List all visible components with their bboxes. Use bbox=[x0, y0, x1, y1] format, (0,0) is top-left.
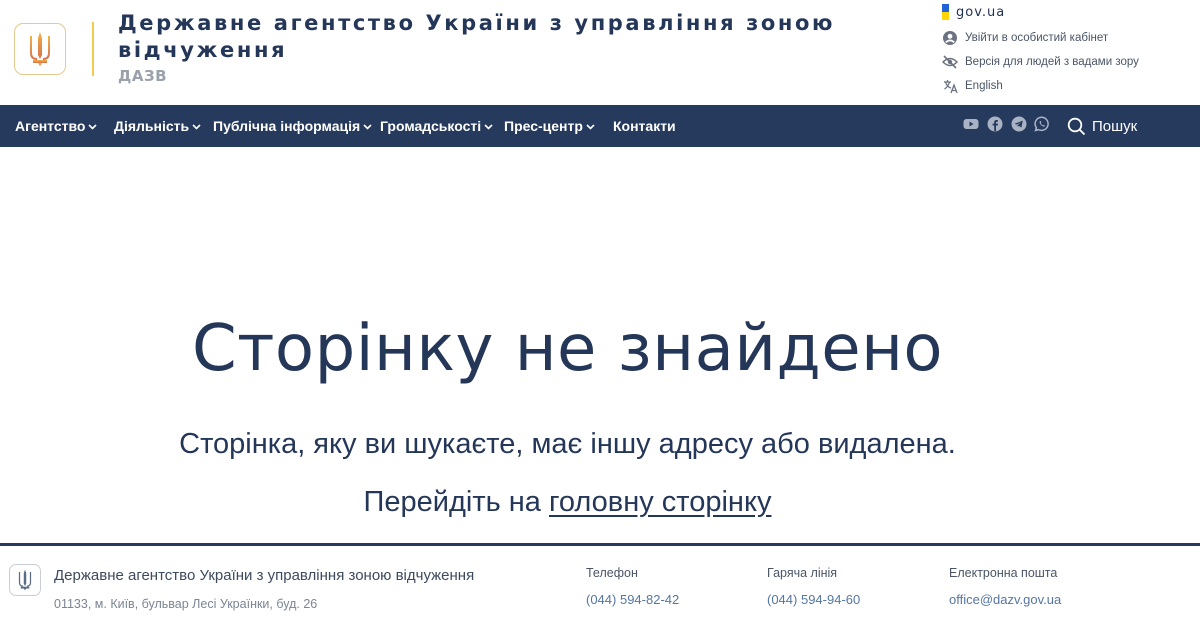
footer-email-block: Електронна пошта office@dazv.gov.ua bbox=[949, 566, 1061, 607]
search-label: Пошук bbox=[1092, 117, 1138, 135]
youtube-icon[interactable] bbox=[963, 116, 979, 132]
home-link-prefix: Перейдіть на bbox=[363, 486, 541, 518]
accessibility-link[interactable]: Версія для людей з вадами зору bbox=[942, 50, 1192, 74]
chevron-down-icon bbox=[586, 122, 595, 131]
nav-item-label: Контакти bbox=[613, 118, 676, 134]
search-button[interactable]: Пошук bbox=[1067, 105, 1137, 147]
footer-logo[interactable] bbox=[9, 564, 41, 596]
chevron-down-icon bbox=[484, 122, 493, 131]
nav-item-public-info[interactable]: Публічна інформація bbox=[213, 105, 372, 147]
cabinet-link-label: Увійти в особистий кабінет bbox=[965, 32, 1109, 44]
nav-item-press-center[interactable]: Прес-центр bbox=[504, 105, 595, 147]
footer-address: 01133, м. Київ, бульвар Лесі Українки, б… bbox=[54, 597, 318, 611]
eye-off-icon bbox=[942, 54, 958, 70]
whatsapp-icon[interactable] bbox=[1034, 116, 1050, 132]
phone-link[interactable]: (044) 594-82-42 bbox=[586, 592, 679, 607]
nav-item-label: Громадськості bbox=[380, 118, 482, 134]
home-page-link[interactable]: головну сторінку bbox=[549, 486, 771, 518]
nav-item-label: Діяльність bbox=[114, 118, 190, 134]
language-link[interactable]: English bbox=[942, 74, 1192, 98]
phone-label: Телефон bbox=[586, 566, 638, 580]
search-icon bbox=[1067, 117, 1086, 136]
nav-item-agency[interactable]: Агентство bbox=[15, 105, 98, 147]
email-label: Електронна пошта bbox=[949, 566, 1058, 580]
coat-of-arms-logo[interactable] bbox=[14, 23, 66, 75]
site-header: Державне агентство України з управління … bbox=[0, 0, 1200, 105]
email-link[interactable]: office@dazv.gov.ua bbox=[949, 592, 1061, 607]
nav-item-activity[interactable]: Діяльність bbox=[114, 105, 201, 147]
accessibility-link-label: Версія для людей з вадами зору bbox=[965, 56, 1139, 68]
footer-hotline-block: Гаряча лінія (044) 594-94-60 bbox=[767, 566, 860, 607]
footer-phone-block: Телефон (044) 594-82-42 bbox=[586, 566, 679, 607]
chevron-down-icon bbox=[363, 122, 372, 131]
agency-title: Державне агентство України з управління … bbox=[118, 11, 836, 62]
footer-org-name: Державне агентство України з управління … bbox=[54, 567, 475, 584]
gov-ua-link[interactable]: gov.ua bbox=[942, 3, 1192, 21]
hotline-label: Гаряча лінія bbox=[767, 566, 838, 580]
page-title: Сторінку не знайдено bbox=[191, 312, 944, 386]
home-link-line: Перейдіть на головну сторінку bbox=[0, 486, 1135, 519]
cabinet-link[interactable]: Увійти в особистий кабінет bbox=[942, 26, 1192, 50]
facebook-icon[interactable] bbox=[987, 116, 1003, 132]
logo-divider bbox=[92, 22, 94, 76]
telegram-icon[interactable] bbox=[1011, 116, 1027, 132]
ukraine-flag-icon bbox=[942, 4, 949, 20]
trident-icon bbox=[30, 32, 50, 66]
nav-item-public[interactable]: Громадськості bbox=[380, 105, 493, 147]
nav-item-contacts[interactable]: Контакти bbox=[613, 105, 676, 147]
chevron-down-icon bbox=[192, 122, 201, 131]
trident-icon bbox=[18, 569, 32, 591]
translate-icon bbox=[942, 78, 958, 94]
main-nav: Агентство Діяльність Публічна інформація… bbox=[0, 105, 1200, 147]
agency-title-block: Державне агентство України з управління … bbox=[118, 10, 838, 85]
footer-divider bbox=[0, 543, 1200, 546]
hotline-link[interactable]: (044) 594-94-60 bbox=[767, 592, 860, 607]
agency-abbreviation: ДАЗВ bbox=[118, 67, 168, 85]
top-links: gov.ua Увійти в особистий кабінет Версія… bbox=[942, 3, 1192, 98]
gov-ua-label: gov.ua bbox=[956, 4, 1006, 20]
nav-item-label: Прес-центр bbox=[504, 118, 583, 134]
not-found-message: Сторінка, яку ви шукаєте, має іншу адрес… bbox=[179, 428, 956, 460]
nav-item-label: Публічна інформація bbox=[213, 118, 361, 134]
chevron-down-icon bbox=[88, 122, 98, 131]
nav-item-label: Агентство bbox=[15, 118, 86, 134]
language-link-label: English bbox=[965, 80, 1003, 92]
user-icon bbox=[942, 30, 958, 46]
